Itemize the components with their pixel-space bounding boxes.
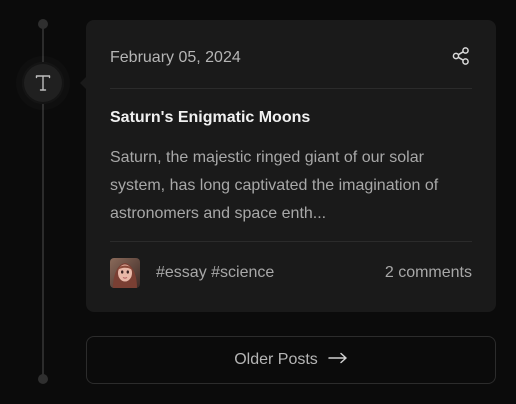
older-posts-button[interactable]: Older Posts bbox=[86, 336, 496, 384]
blog-timeline-page: February 05, 2024 Saturn's Enigmatic Moo… bbox=[0, 0, 516, 404]
post-excerpt: Saturn, the majestic ringed giant of our… bbox=[110, 149, 439, 222]
comments-link[interactable]: 2 comments bbox=[385, 263, 472, 283]
share-button[interactable] bbox=[450, 46, 472, 71]
author-avatar[interactable] bbox=[110, 258, 140, 288]
timeline-dot-bottom bbox=[38, 374, 48, 384]
card-divider-bottom bbox=[110, 241, 472, 242]
post-title-link[interactable]: Saturn's Enigmatic Moons bbox=[110, 108, 310, 128]
share-icon bbox=[451, 46, 471, 71]
post-card-header: February 05, 2024 bbox=[110, 46, 472, 71]
post-card: February 05, 2024 Saturn's Enigmatic Moo… bbox=[86, 20, 496, 312]
tag-link[interactable]: #science bbox=[211, 264, 274, 281]
text-type-icon bbox=[34, 74, 52, 92]
tag-link[interactable]: #essay bbox=[156, 264, 207, 281]
older-posts-label: Older Posts bbox=[234, 351, 318, 368]
timeline-dot-top bbox=[38, 19, 48, 29]
card-divider-top bbox=[110, 88, 472, 89]
post-type-badge bbox=[22, 62, 64, 104]
post-card-footer: #essay #science 2 comments bbox=[110, 258, 472, 288]
arrow-right-icon bbox=[328, 351, 348, 369]
post-date: February 05, 2024 bbox=[110, 49, 241, 66]
post-tags: #essay #science bbox=[156, 263, 274, 283]
